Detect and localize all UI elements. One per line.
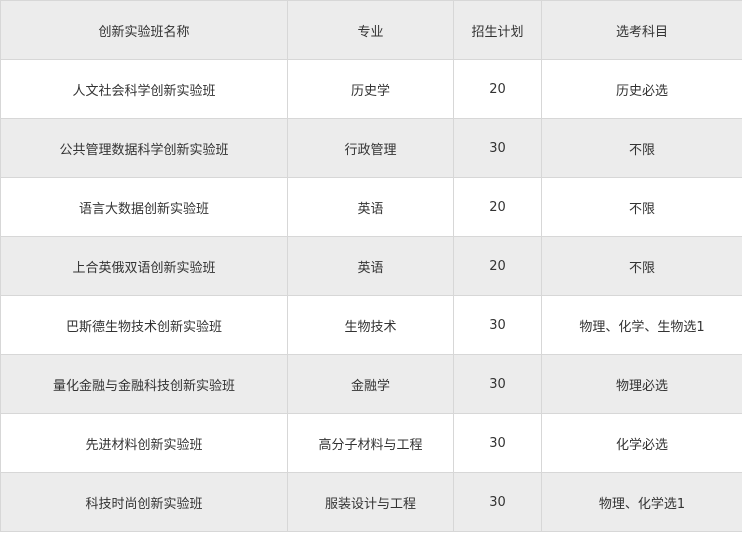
- cell-major: 历史学: [287, 59, 454, 119]
- cell-enrollment-plan: 20: [453, 59, 542, 119]
- cell-enrollment-plan: 30: [453, 295, 542, 355]
- cell-program-name: 量化金融与金融科技创新实验班: [0, 354, 288, 414]
- cell-elective-subjects: 化学必选: [541, 413, 742, 473]
- table-row: 人文社会科学创新实验班 历史学 20 历史必选: [0, 59, 742, 119]
- table-row: 语言大数据创新实验班 英语 20 不限: [0, 177, 742, 237]
- header-program-name: 创新实验班名称: [0, 0, 288, 60]
- cell-program-name: 人文社会科学创新实验班: [0, 59, 288, 119]
- cell-enrollment-plan: 30: [453, 354, 542, 414]
- table-row: 先进材料创新实验班 高分子材料与工程 30 化学必选: [0, 413, 742, 473]
- cell-major: 生物技术: [287, 295, 454, 355]
- table-row: 量化金融与金融科技创新实验班 金融学 30 物理必选: [0, 354, 742, 414]
- program-table: 创新实验班名称 专业 招生计划 选考科目 人文社会科学创新实验班 历史学 20 …: [0, 0, 742, 532]
- cell-program-name: 科技时尚创新实验班: [0, 472, 288, 532]
- cell-elective-subjects: 不限: [541, 236, 742, 296]
- table-row: 公共管理数据科学创新实验班 行政管理 30 不限: [0, 118, 742, 178]
- cell-major: 服装设计与工程: [287, 472, 454, 532]
- cell-program-name: 公共管理数据科学创新实验班: [0, 118, 288, 178]
- cell-program-name: 先进材料创新实验班: [0, 413, 288, 473]
- cell-elective-subjects: 不限: [541, 177, 742, 237]
- table-row: 上合英俄双语创新实验班 英语 20 不限: [0, 236, 742, 296]
- header-enrollment-plan: 招生计划: [453, 0, 542, 60]
- cell-enrollment-plan: 30: [453, 118, 542, 178]
- table-header-row: 创新实验班名称 专业 招生计划 选考科目: [0, 0, 742, 60]
- program-table-container: 创新实验班名称 专业 招生计划 选考科目 人文社会科学创新实验班 历史学 20 …: [0, 0, 742, 543]
- cell-elective-subjects: 物理、化学选1: [541, 472, 742, 532]
- table-row: 科技时尚创新实验班 服装设计与工程 30 物理、化学选1: [0, 472, 742, 532]
- cell-elective-subjects: 不限: [541, 118, 742, 178]
- cell-elective-subjects: 物理、化学、生物选1: [541, 295, 742, 355]
- cell-major: 金融学: [287, 354, 454, 414]
- cell-enrollment-plan: 20: [453, 236, 542, 296]
- cell-enrollment-plan: 30: [453, 472, 542, 532]
- cell-major: 英语: [287, 177, 454, 237]
- cell-major: 行政管理: [287, 118, 454, 178]
- cell-program-name: 巴斯德生物技术创新实验班: [0, 295, 288, 355]
- header-major: 专业: [287, 0, 454, 60]
- cell-program-name: 语言大数据创新实验班: [0, 177, 288, 237]
- header-elective-subjects: 选考科目: [541, 0, 742, 60]
- cell-elective-subjects: 物理必选: [541, 354, 742, 414]
- cell-enrollment-plan: 30: [453, 413, 542, 473]
- table-row: 巴斯德生物技术创新实验班 生物技术 30 物理、化学、生物选1: [0, 295, 742, 355]
- cell-elective-subjects: 历史必选: [541, 59, 742, 119]
- cell-program-name: 上合英俄双语创新实验班: [0, 236, 288, 296]
- cell-major: 高分子材料与工程: [287, 413, 454, 473]
- cell-major: 英语: [287, 236, 454, 296]
- cell-enrollment-plan: 20: [453, 177, 542, 237]
